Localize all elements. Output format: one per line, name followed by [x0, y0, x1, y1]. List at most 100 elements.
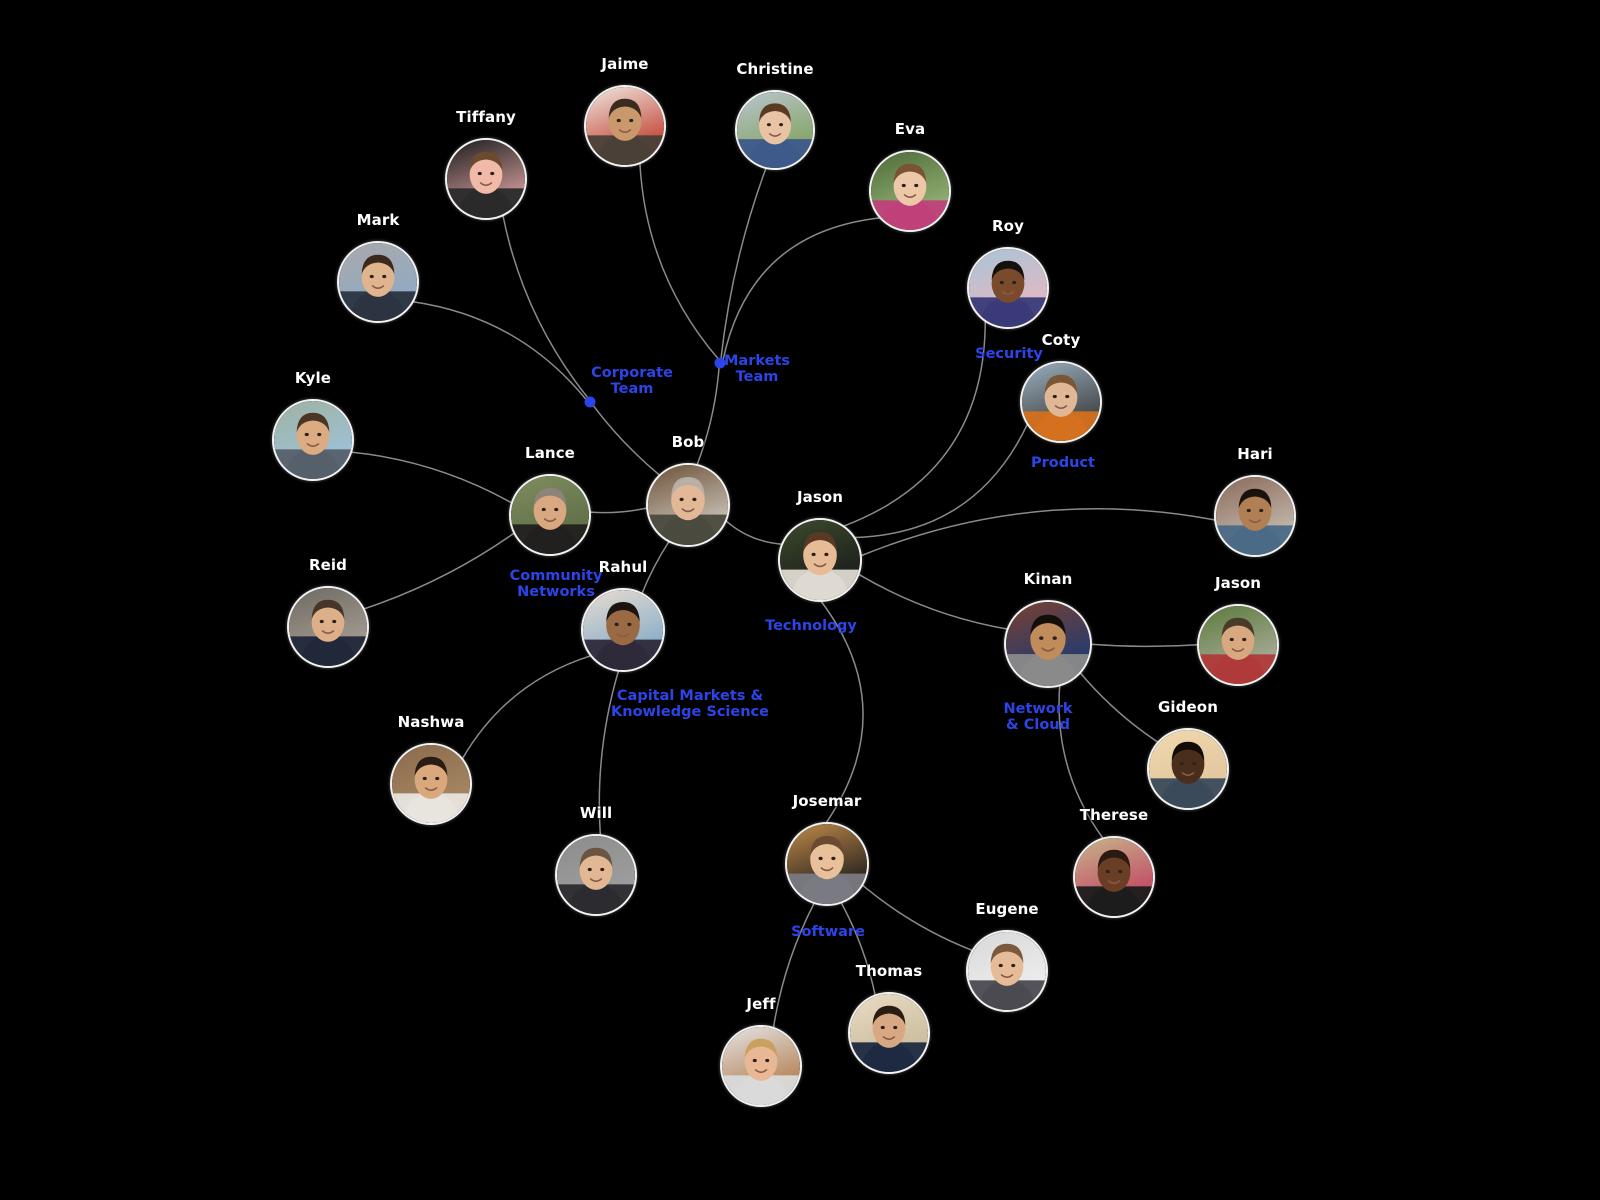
- graph-edge: [722, 217, 881, 361]
- avatar-photo: [1006, 602, 1090, 686]
- person-node-reid[interactable]: [287, 586, 369, 668]
- person-label-hari: Hari: [1237, 445, 1273, 463]
- person-label-eva: Eva: [894, 120, 926, 138]
- hub-node-corporate_team[interactable]: [584, 396, 596, 408]
- person-node-roy[interactable]: [967, 247, 1049, 329]
- person-node-gideon[interactable]: [1147, 728, 1229, 810]
- person-node-christine[interactable]: [735, 90, 815, 170]
- graph-edge: [860, 508, 1216, 557]
- person-node-tiffany[interactable]: [445, 138, 527, 220]
- cluster-label-markets_team: Markets Team: [723, 353, 791, 385]
- person-label-christine: Christine: [736, 60, 814, 78]
- person-label-josemar: Josemar: [792, 792, 862, 810]
- graph-edge: [820, 600, 864, 824]
- avatar-photo: [447, 140, 525, 218]
- graph-edge: [363, 532, 515, 610]
- graph-edge: [412, 300, 588, 401]
- person-node-therese[interactable]: [1073, 836, 1155, 918]
- person-node-lance[interactable]: [509, 474, 591, 556]
- cluster-label-security: Security: [975, 346, 1043, 362]
- avatar-photo: [969, 249, 1047, 327]
- avatar-photo: [339, 243, 417, 321]
- avatar-photo: [583, 590, 663, 670]
- avatar-photo: [737, 92, 813, 168]
- person-label-will: Will: [579, 804, 613, 822]
- avatar-photo: [289, 588, 367, 666]
- person-label-rahul: Rahul: [598, 558, 648, 576]
- graph-edge: [772, 902, 815, 1029]
- graph-edge: [461, 654, 592, 760]
- avatar-photo: [968, 932, 1046, 1010]
- avatar-photo: [648, 465, 728, 545]
- avatar-photo: [274, 401, 352, 479]
- cluster-label-community: Community Networks: [509, 568, 603, 600]
- person-node-jaime[interactable]: [584, 85, 666, 167]
- person-label-nashwa: Nashwa: [397, 713, 465, 731]
- person-node-rahul[interactable]: [581, 588, 665, 672]
- graph-edge: [840, 902, 876, 996]
- person-node-eugene[interactable]: [966, 930, 1048, 1012]
- person-label-tiffany: Tiffany: [456, 108, 516, 126]
- avatar-photo: [1216, 477, 1294, 555]
- person-label-kyle: Kyle: [294, 369, 332, 387]
- person-node-kinan[interactable]: [1004, 600, 1092, 688]
- person-label-therese: Therese: [1079, 806, 1149, 824]
- graph-edge: [1079, 672, 1159, 743]
- person-label-reid: Reid: [308, 556, 348, 574]
- avatar-photo: [871, 152, 949, 230]
- avatar-photo: [850, 994, 928, 1072]
- cluster-label-capital_markets: Capital Markets & Knowledge Science: [611, 688, 769, 720]
- avatar-photo: [392, 745, 470, 823]
- graph-edge: [351, 451, 513, 504]
- person-node-josemar[interactable]: [785, 822, 869, 906]
- graph-edge: [854, 423, 1029, 539]
- person-label-thomas: Thomas: [855, 962, 923, 980]
- graph-edge: [592, 404, 661, 476]
- avatar-photo: [1075, 838, 1153, 916]
- person-label-jaime: Jaime: [601, 55, 649, 73]
- person-node-jason_tech[interactable]: [778, 518, 862, 602]
- person-label-kinan: Kinan: [1023, 570, 1073, 588]
- person-node-kyle[interactable]: [272, 399, 354, 481]
- person-label-gideon: Gideon: [1158, 698, 1218, 716]
- person-node-hari[interactable]: [1214, 475, 1296, 557]
- person-node-bob[interactable]: [646, 463, 730, 547]
- person-node-will[interactable]: [555, 834, 637, 916]
- graph-edge: [725, 520, 783, 545]
- person-node-coty[interactable]: [1020, 361, 1102, 443]
- cluster-label-product: Product: [1031, 455, 1095, 471]
- cluster-label-software: Software: [791, 924, 865, 940]
- person-node-nashwa[interactable]: [390, 743, 472, 825]
- avatar-photo: [722, 1027, 800, 1105]
- avatar-photo: [1199, 606, 1277, 684]
- person-label-coty: Coty: [1041, 331, 1081, 349]
- network-graph-canvas[interactable]: Jaime Christine Eva Tiffany Mark Kyle Reid Lanc…: [0, 0, 1600, 1200]
- avatar-photo: [557, 836, 635, 914]
- person-label-mark: Mark: [356, 211, 400, 229]
- avatar-photo: [1149, 730, 1227, 808]
- person-label-eugene: Eugene: [975, 900, 1039, 918]
- avatar-photo: [586, 87, 664, 165]
- person-label-bob: Bob: [671, 433, 705, 451]
- person-node-jason_net[interactable]: [1197, 604, 1279, 686]
- person-label-lance: Lance: [525, 444, 575, 462]
- graph-edge: [843, 320, 987, 527]
- avatar-photo: [780, 520, 860, 600]
- graph-edge: [858, 573, 1008, 630]
- person-node-eva[interactable]: [869, 150, 951, 232]
- person-node-jeff[interactable]: [720, 1025, 802, 1107]
- person-label-roy: Roy: [992, 217, 1024, 235]
- person-node-mark[interactable]: [337, 241, 419, 323]
- graph-edge: [1090, 643, 1199, 648]
- person-node-thomas[interactable]: [848, 992, 930, 1074]
- person-label-jason_net: Jason: [1214, 574, 1262, 592]
- graph-edge: [502, 215, 589, 399]
- cluster-label-corporate_team: Corporate Team: [591, 365, 673, 397]
- edge-layer: [351, 163, 1216, 1029]
- cluster-label-technology: Technology: [765, 618, 857, 634]
- graph-edge: [720, 167, 767, 360]
- person-label-jeff: Jeff: [746, 995, 776, 1013]
- graph-edge: [639, 163, 720, 360]
- person-label-jason_tech: Jason: [796, 488, 844, 506]
- avatar-photo: [787, 824, 867, 904]
